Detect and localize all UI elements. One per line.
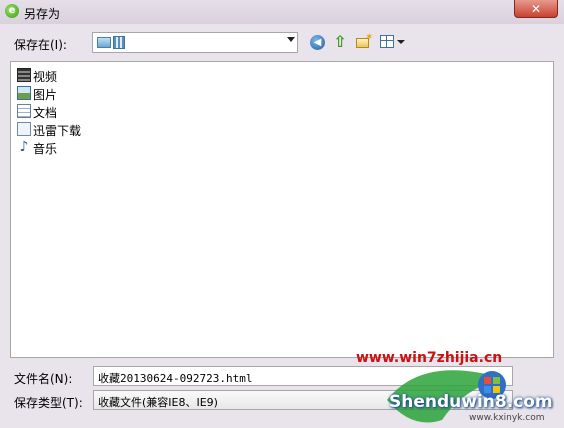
- documents-library-icon: [17, 104, 31, 118]
- up-folder-icon[interactable]: ⇧: [332, 33, 348, 51]
- title-bar: e 另存为 ✕: [0, 0, 564, 24]
- list-item-pictures[interactable]: 图片: [17, 85, 137, 102]
- location-dropdown[interactable]: [92, 32, 298, 53]
- list-item-xunlei-download[interactable]: 迅雷下载: [17, 121, 137, 138]
- window-title: 另存为: [24, 7, 61, 21]
- save-in-label: 保存在(I):: [14, 38, 67, 52]
- list-item-music[interactable]: ♪ 音乐: [17, 139, 137, 156]
- view-menu-icon[interactable]: [380, 34, 408, 50]
- video-library-icon: [17, 68, 31, 82]
- back-arrow-icon[interactable]: ◀: [310, 35, 325, 50]
- watermark-domain-text: Shenduwin8.com: [389, 392, 553, 412]
- list-item-label: 文档: [33, 106, 58, 120]
- list-item-documents[interactable]: 文档: [17, 103, 137, 120]
- download-folder-icon: [17, 122, 31, 136]
- library-icon: [113, 36, 125, 49]
- list-item-video[interactable]: 视频: [17, 67, 137, 84]
- list-item-label: 迅雷下载: [33, 124, 82, 138]
- watermark-sub-text: www.kxinyk.com: [469, 413, 545, 423]
- music-library-icon: ♪: [19, 139, 29, 155]
- close-button[interactable]: ✕: [514, 0, 558, 18]
- list-item-label: 视频: [33, 70, 58, 84]
- list-item-label: 图片: [33, 88, 58, 102]
- app-icon: e: [5, 4, 19, 18]
- folder-icon: [97, 37, 111, 48]
- list-item-label: 音乐: [33, 142, 58, 156]
- chevron-down-icon[interactable]: [287, 37, 295, 42]
- filetype-label: 保存类型(T):: [14, 396, 83, 410]
- filename-label: 文件名(N):: [14, 372, 73, 386]
- file-list[interactable]: 视频 图片 文档 迅雷下载 ♪ 音乐: [10, 61, 554, 358]
- new-folder-icon[interactable]: ✶: [356, 32, 373, 50]
- pictures-library-icon: [17, 86, 31, 100]
